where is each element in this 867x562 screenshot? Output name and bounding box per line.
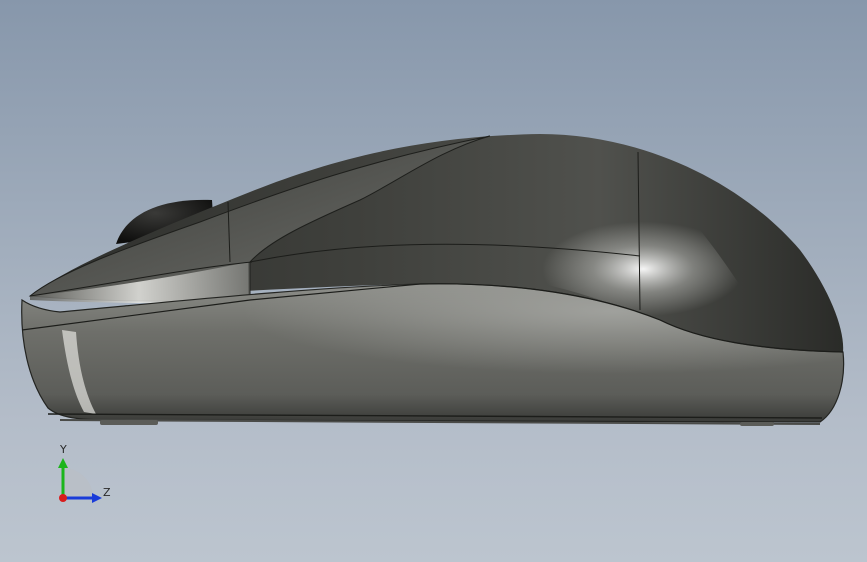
mouse-foot-front	[100, 420, 158, 425]
z-axis-label: Z	[103, 486, 111, 499]
orientation-triad	[58, 458, 102, 503]
x-axis-dot	[59, 494, 67, 502]
graphics-viewport[interactable]: Y Z	[0, 0, 867, 562]
mouse-3d-model[interactable]	[0, 0, 867, 562]
y-axis-label: Y	[60, 443, 67, 456]
mouse-foot-rear	[740, 422, 774, 426]
